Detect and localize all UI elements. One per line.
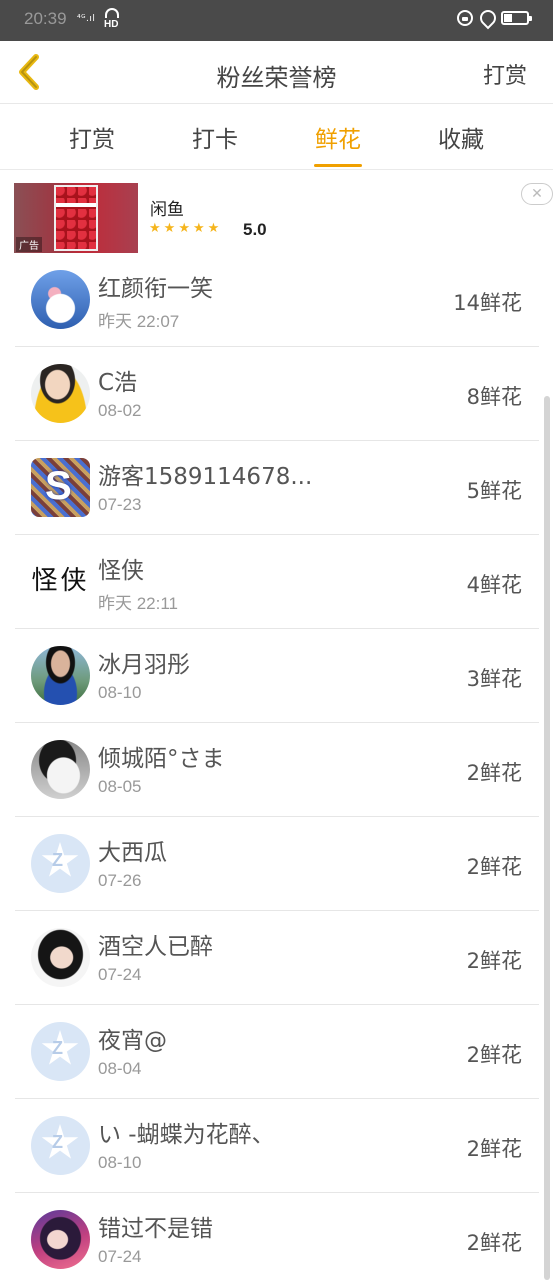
flower-count: 3鲜花 <box>466 667 522 691</box>
default-avatar[interactable] <box>31 1116 90 1175</box>
ad-app-name: 闲鱼 <box>150 200 184 220</box>
ad-star-rating: ★ ★ ★ ★ ★ <box>149 222 219 236</box>
tab-bar: 打赏 打卡 鲜花 收藏 <box>0 104 553 170</box>
location-icon <box>480 10 494 26</box>
fan-name: 冰月羽彤 <box>98 652 190 678</box>
signal-icon: ⁴ᴳ.ıl <box>77 14 96 24</box>
flower-count: 4鲜花 <box>466 573 522 597</box>
tab-label: 收藏 <box>438 127 484 153</box>
fan-name: C浩 <box>98 370 138 396</box>
fan-name: 倾城陌°さま <box>98 746 225 772</box>
battery-icon <box>501 11 532 25</box>
tab-flowers[interactable]: 鲜花 <box>292 120 384 167</box>
fan-time: 08-02 <box>98 401 142 420</box>
fan-time: 07-24 <box>98 965 142 984</box>
fan-time: 昨天 22:07 <box>98 312 180 331</box>
flower-count: 2鲜花 <box>466 949 522 973</box>
fan-time: 08-05 <box>98 777 142 796</box>
fan-name: い -蝴蝶为花醉、 <box>98 1122 275 1148</box>
tab-label: 打卡 <box>192 127 238 153</box>
star-icon: ★ <box>149 221 161 236</box>
list-item[interactable]: 冰月羽彤 08-10 3鲜花 <box>15 629 539 723</box>
tab-favorites[interactable]: 收藏 <box>415 120 507 154</box>
reward-button[interactable]: 打赏 <box>483 58 527 90</box>
fan-name: 错过不是错 <box>98 1216 213 1242</box>
tab-reward[interactable]: 打赏 <box>46 120 138 154</box>
flower-count: 2鲜花 <box>466 761 522 785</box>
star-icon: ★ <box>178 221 190 236</box>
tab-label: 鲜花 <box>315 127 361 153</box>
fan-name: 红颜衔一笑 <box>98 276 213 302</box>
list-item[interactable]: 红颜衔一笑 昨天 22:07 14鲜花 <box>15 253 539 347</box>
star-icon: ★ <box>163 221 176 236</box>
status-bar: 20:39 ⁴ᴳ.ıl HD <box>0 0 553 41</box>
ad-label: 广告 <box>16 237 42 252</box>
fan-name: 夜宵@ <box>98 1028 167 1054</box>
photo-avatar[interactable] <box>31 928 90 987</box>
page-title: 粉丝荣誉榜 <box>216 64 337 92</box>
flower-count: 2鲜花 <box>466 1043 522 1067</box>
status-icons <box>457 10 532 26</box>
photo-avatar[interactable] <box>31 364 90 423</box>
fan-time: 08-10 <box>98 683 142 702</box>
list-item[interactable]: 倾城陌°さま 08-05 2鲜花 <box>15 723 539 817</box>
default-avatar[interactable] <box>31 1022 90 1081</box>
flower-count: 8鲜花 <box>466 385 522 409</box>
plush-toy-avatar[interactable] <box>31 270 90 329</box>
status-time: 20:39 <box>24 9 67 28</box>
pixel-avatar[interactable] <box>31 458 90 517</box>
tab-checkin[interactable]: 打卡 <box>169 120 261 154</box>
ad-banner[interactable]: 广告 闲鱼 ★ ★ ★ ★ ★ 5.0 ✕ <box>0 171 553 255</box>
fan-time: 07-24 <box>98 1247 142 1266</box>
list-item[interactable]: 夜宵@ 08-04 2鲜花 <box>15 1005 539 1099</box>
default-avatar[interactable] <box>31 834 90 893</box>
fan-list: 红颜衔一笑 昨天 22:07 14鲜花 C浩 08-02 8鲜花 游客15891… <box>15 253 539 1280</box>
flower-count: 2鲜花 <box>466 855 522 879</box>
ad-rating-value: 5.0 <box>243 220 267 239</box>
fan-time: 07-23 <box>98 495 142 514</box>
flower-count: 2鲜花 <box>466 1231 522 1255</box>
flower-count: 14鲜花 <box>453 291 522 315</box>
flower-count: 2鲜花 <box>466 1137 522 1161</box>
tab-indicator <box>314 164 362 167</box>
fan-time: 07-26 <box>98 871 142 890</box>
list-item[interactable]: 大西瓜 07-26 2鲜花 <box>15 817 539 911</box>
list-item[interactable]: い -蝴蝶为花醉、 08-10 2鲜花 <box>15 1099 539 1193</box>
cherry-box-image <box>54 185 98 251</box>
list-item[interactable]: 酒空人已醉 07-24 2鲜花 <box>15 911 539 1005</box>
fan-time: 08-10 <box>98 1153 142 1172</box>
list-item[interactable]: C浩 08-02 8鲜花 <box>15 347 539 441</box>
list-item[interactable]: 错过不是错 07-24 2鲜花 <box>15 1193 539 1280</box>
flower-count: 5鲜花 <box>466 479 522 503</box>
fan-name: 怪侠 <box>98 558 144 584</box>
ad-image[interactable]: 广告 <box>14 183 138 253</box>
fan-name: 大西瓜 <box>98 840 167 866</box>
fan-name: 游客1589114678... <box>98 464 313 490</box>
anime-avatar[interactable] <box>31 740 90 799</box>
calligraphy-avatar[interactable]: 怪侠 <box>31 552 90 611</box>
photo-avatar[interactable] <box>31 1210 90 1269</box>
tab-label: 打赏 <box>69 127 115 153</box>
nav-header: 粉丝荣誉榜 打赏 <box>0 41 553 104</box>
fan-time: 08-04 <box>98 1059 142 1078</box>
close-icon[interactable]: ✕ <box>521 183 553 205</box>
list-item[interactable]: 游客1589114678... 07-23 5鲜花 <box>15 441 539 535</box>
hd-label: HD <box>104 19 119 30</box>
list-item[interactable]: 怪侠 怪侠 昨天 22:11 4鲜花 <box>15 535 539 629</box>
star-icon: ★ <box>207 221 220 236</box>
hd-call-icon <box>105 8 119 18</box>
fan-name: 酒空人已醉 <box>98 934 213 960</box>
star-icon: ★ <box>192 221 205 236</box>
scrollbar[interactable] <box>544 396 550 1280</box>
photo-avatar[interactable] <box>31 646 90 705</box>
rotation-lock-icon <box>457 10 473 26</box>
fan-time: 昨天 22:11 <box>98 594 179 613</box>
